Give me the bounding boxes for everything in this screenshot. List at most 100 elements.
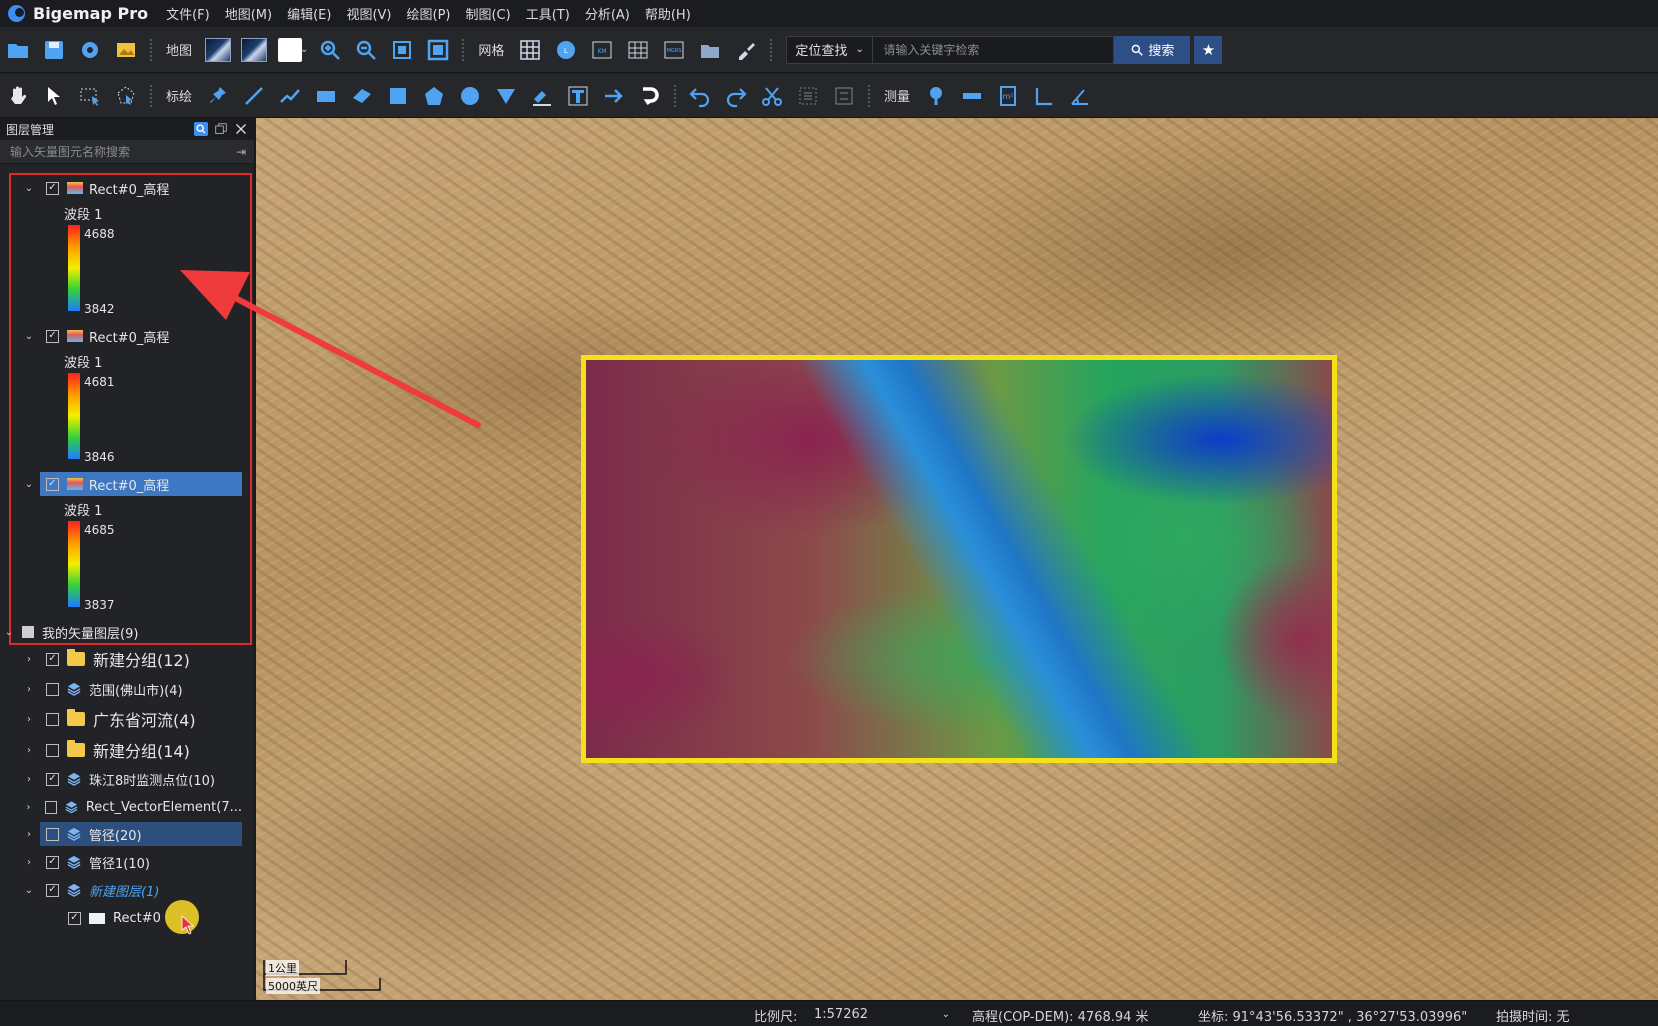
save-icon[interactable] bbox=[40, 36, 68, 64]
curved-arrow-icon[interactable] bbox=[636, 82, 664, 110]
square-icon[interactable] bbox=[384, 82, 412, 110]
measure-point-icon[interactable] bbox=[922, 82, 950, 110]
expand-chevron-icon[interactable]: › bbox=[22, 857, 36, 868]
layer-checkbox[interactable] bbox=[45, 827, 59, 841]
layer-checkbox[interactable] bbox=[46, 682, 59, 696]
polygon-select-icon[interactable] bbox=[112, 82, 140, 110]
layer-checkbox[interactable] bbox=[46, 743, 59, 757]
expand-chevron-icon[interactable]: ⌄ bbox=[2, 627, 16, 638]
polyline-icon[interactable] bbox=[276, 82, 304, 110]
collapse-panel-icon[interactable]: ⇥ bbox=[236, 145, 254, 159]
search-input[interactable] bbox=[873, 36, 1114, 63]
vector-layer-row[interactable]: › 范围(佛山市)(4) bbox=[22, 677, 242, 701]
measure-area-icon[interactable]: m² bbox=[994, 82, 1022, 110]
zoom-in-icon[interactable] bbox=[316, 36, 344, 64]
pin-marker-icon[interactable] bbox=[204, 82, 232, 110]
expand-chevron-icon[interactable]: ⌄ bbox=[22, 183, 36, 194]
menu-analysis[interactable]: 分析(A) bbox=[585, 4, 630, 23]
layer-checkbox[interactable] bbox=[46, 652, 59, 666]
zoom-out-icon[interactable] bbox=[352, 36, 380, 64]
dem-elevation-raster[interactable] bbox=[581, 355, 1337, 763]
vector-layer-row[interactable]: › 珠江8时监测点位(10) bbox=[22, 767, 242, 791]
undo-icon[interactable] bbox=[686, 82, 714, 110]
expand-chevron-icon[interactable]: › bbox=[22, 714, 36, 725]
map-source-satellite-thumb[interactable] bbox=[241, 37, 268, 62]
expand-chevron-icon[interactable]: › bbox=[22, 774, 36, 785]
favorite-star-icon[interactable]: ★ bbox=[1194, 35, 1223, 64]
menu-tools[interactable]: 工具(T) bbox=[526, 4, 570, 23]
layer-checkbox[interactable] bbox=[46, 772, 59, 786]
vector-layer-row[interactable]: › Rect_VectorElement(7... bbox=[22, 795, 242, 819]
select-pointer-icon[interactable] bbox=[40, 82, 68, 110]
box-select-icon[interactable] bbox=[76, 82, 104, 110]
expand-chevron-icon[interactable]: ⌄ bbox=[22, 331, 36, 342]
panel-float-icon[interactable] bbox=[214, 122, 228, 136]
split-icon[interactable] bbox=[830, 82, 858, 110]
expand-chevron-icon[interactable]: › bbox=[22, 654, 36, 665]
pentagon-icon[interactable] bbox=[420, 82, 448, 110]
menu-cartography[interactable]: 制图(C) bbox=[465, 4, 510, 23]
vector-element-row[interactable]: Rect#0 bbox=[60, 906, 240, 930]
sector-icon[interactable] bbox=[492, 82, 520, 110]
grid-icon[interactable] bbox=[516, 36, 544, 64]
vector-layer-row[interactable]: › 新建分组(12) bbox=[22, 647, 242, 671]
map-canvas[interactable] bbox=[256, 118, 1658, 1000]
menu-view[interactable]: 视图(V) bbox=[346, 4, 391, 23]
raster-layer-row[interactable]: ⌄ Rect#0_高程 bbox=[22, 324, 242, 348]
rectangle-icon[interactable] bbox=[312, 82, 340, 110]
measure-distance-icon[interactable] bbox=[958, 82, 986, 110]
nm-grid-icon[interactable] bbox=[624, 36, 652, 64]
layer-search-input[interactable] bbox=[0, 144, 236, 159]
settings-gear-icon[interactable] bbox=[76, 36, 104, 64]
scissors-icon[interactable] bbox=[758, 82, 786, 110]
underline-text-icon[interactable] bbox=[528, 82, 556, 110]
measure-angle-icon[interactable] bbox=[1030, 82, 1058, 110]
map-source-google-thumb[interactable] bbox=[205, 37, 232, 62]
lat-lng-grid-icon[interactable]: L bbox=[552, 36, 580, 64]
vector-layer-row[interactable]: › 新建分组(14) bbox=[22, 738, 242, 762]
menu-file[interactable]: 文件(F) bbox=[166, 4, 210, 23]
panel-search-icon[interactable] bbox=[194, 122, 208, 136]
expand-chevron-icon[interactable]: ⌄ bbox=[22, 885, 36, 896]
chevron-down-icon[interactable]: ⌄ bbox=[300, 44, 308, 55]
layer-checkbox[interactable] bbox=[44, 800, 57, 814]
vector-root-row[interactable]: ⌄ 我的矢量图层(9) bbox=[2, 620, 242, 644]
full-extent-icon[interactable] bbox=[424, 36, 452, 64]
measure-bearing-icon[interactable] bbox=[1066, 82, 1094, 110]
expand-chevron-icon[interactable]: ⌄ bbox=[22, 479, 36, 490]
vector-layer-row-editing[interactable]: ⌄ 新建图层(1) bbox=[22, 878, 242, 902]
clear-brush-icon[interactable] bbox=[732, 36, 760, 64]
raster-layer-row-selected[interactable]: ⌄ Rect#0_高程 bbox=[22, 472, 242, 496]
layer-checkbox[interactable] bbox=[45, 477, 59, 491]
blank-map-thumb[interactable] bbox=[278, 37, 303, 62]
scale-select[interactable]: 1:57262 ⌄ bbox=[808, 1004, 956, 1024]
freeform-icon[interactable] bbox=[348, 82, 376, 110]
expand-chevron-icon[interactable]: › bbox=[22, 684, 36, 695]
zoom-extent-icon[interactable] bbox=[388, 36, 416, 64]
text-label-icon[interactable] bbox=[564, 82, 592, 110]
element-checkbox[interactable] bbox=[68, 911, 81, 925]
open-folder-icon[interactable] bbox=[4, 36, 32, 64]
layer-checkbox[interactable] bbox=[46, 712, 59, 726]
search-button[interactable]: 搜索 bbox=[1114, 35, 1191, 64]
circle-icon[interactable] bbox=[456, 82, 484, 110]
vector-layer-row-selected[interactable]: › 管径(20) bbox=[22, 822, 242, 846]
panel-close-icon[interactable] bbox=[234, 122, 248, 136]
vector-layer-row[interactable]: › 广东省河流(4) bbox=[22, 707, 242, 731]
root-checkbox[interactable] bbox=[22, 626, 34, 638]
mgrs-grid-icon[interactable]: MGRS bbox=[660, 36, 688, 64]
expand-chevron-icon[interactable]: › bbox=[22, 802, 35, 813]
image-icon[interactable] bbox=[112, 36, 140, 64]
menu-help[interactable]: 帮助(H) bbox=[645, 4, 691, 23]
locate-mode-select[interactable]: 定位查找 ⌄ bbox=[787, 36, 874, 63]
redo-icon[interactable] bbox=[722, 82, 750, 110]
arrow-right-icon[interactable] bbox=[600, 82, 628, 110]
layer-checkbox[interactable] bbox=[46, 855, 59, 869]
menu-map[interactable]: 地图(M) bbox=[225, 4, 272, 23]
layer-checkbox[interactable] bbox=[46, 181, 59, 195]
km-grid-icon[interactable]: KM bbox=[588, 36, 616, 64]
expand-chevron-icon[interactable]: › bbox=[22, 829, 36, 840]
raster-layer-row[interactable]: ⌄ Rect#0_高程 bbox=[22, 176, 242, 200]
line-icon[interactable] bbox=[240, 82, 268, 110]
merge-icon[interactable] bbox=[794, 82, 822, 110]
